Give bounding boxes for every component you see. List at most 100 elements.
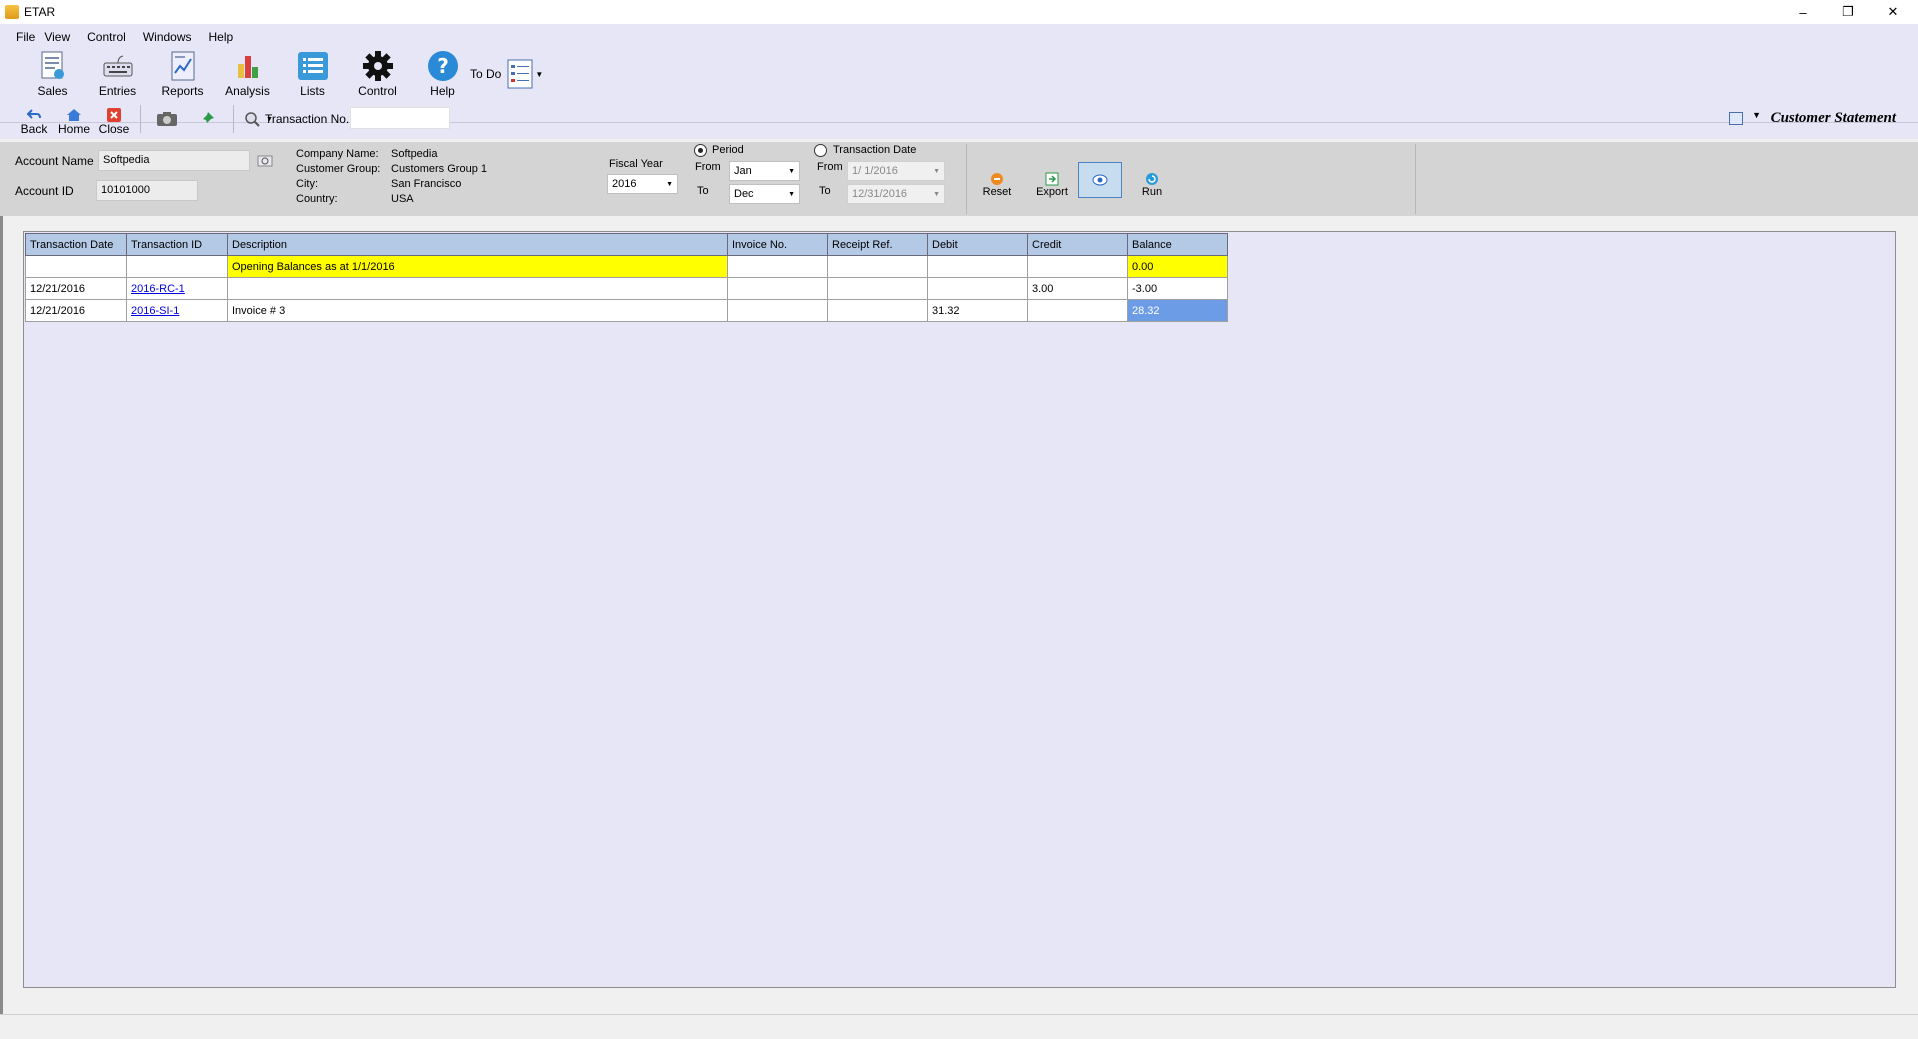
transaction-link[interactable]: 2016-SI-1 <box>131 305 179 317</box>
screenshot-button[interactable] <box>147 102 187 136</box>
search-icon <box>245 112 260 127</box>
todo-icon <box>507 59 533 89</box>
todo-button[interactable]: To Do ▼ <box>470 59 543 89</box>
close-window-button[interactable]: ✕ <box>1871 0 1915 24</box>
run-button[interactable]: Run <box>1130 162 1174 198</box>
close-button[interactable]: Close <box>94 102 134 136</box>
table-cell[interactable] <box>927 255 1028 278</box>
table-cell[interactable]: 0.00 <box>1127 255 1228 278</box>
help-button[interactable]: ? Help <box>410 48 475 98</box>
reports-button[interactable]: Reports <box>150 48 215 98</box>
column-header[interactable]: Receipt Ref. <box>827 233 928 256</box>
export-button[interactable]: Export <box>1030 162 1074 198</box>
toolbar-separator <box>140 105 141 133</box>
table-cell[interactable]: Opening Balances as at 1/1/2016 <box>227 255 728 278</box>
menu-help[interactable]: Help <box>209 28 251 46</box>
period-radio[interactable] <box>694 144 707 157</box>
column-header[interactable]: Invoice No. <box>727 233 828 256</box>
gear-icon <box>362 50 394 82</box>
table-row[interactable]: 12/21/2016 2016-RC-1 3.00 -3.00 <box>25 277 1228 300</box>
menu-file[interactable]: File <box>0 28 44 46</box>
column-header[interactable]: Description <box>227 233 728 256</box>
customer-group-value: Customers Group 1 <box>391 163 487 175</box>
transaction-date-radio[interactable] <box>814 144 827 157</box>
svg-text:?: ? <box>437 54 449 78</box>
analysis-button[interactable]: Analysis <box>215 48 280 98</box>
sales-icon <box>37 50 69 82</box>
lists-button[interactable]: Lists <box>280 48 345 98</box>
table-row[interactable]: Opening Balances as at 1/1/2016 0.00 <box>25 255 1228 278</box>
home-button[interactable]: Home <box>54 102 94 136</box>
control-button[interactable]: Control <box>345 48 410 98</box>
column-header[interactable]: Balance <box>1127 233 1228 256</box>
table-cell[interactable] <box>227 277 728 300</box>
date-to-label: To <box>819 185 831 197</box>
pin-button[interactable] <box>187 102 227 136</box>
table-cell[interactable] <box>727 299 828 322</box>
menu-view[interactable]: View <box>44 28 87 46</box>
column-header[interactable]: Transaction Date <box>25 233 127 256</box>
fiscal-year-select[interactable]: 2016 ▼ <box>607 174 678 194</box>
table-cell[interactable] <box>727 255 828 278</box>
table-cell[interactable] <box>727 277 828 300</box>
account-search-icon[interactable] <box>257 153 273 169</box>
main-toolbar: Sales Entries Reports Analysis Lists Con… <box>20 48 475 98</box>
calendar-dropdown-icon: ▼ <box>933 168 940 175</box>
table-cell[interactable]: 2016-RC-1 <box>126 277 228 300</box>
period-to-select[interactable]: Dec ▼ <box>729 184 800 204</box>
date-to-picker[interactable]: 12/31/2016 ▼ <box>847 184 945 204</box>
minimize-button[interactable]: – <box>1781 0 1825 24</box>
company-name-label: Company Name: <box>296 148 379 160</box>
table-cell[interactable]: 12/21/2016 <box>25 299 127 322</box>
transaction-date-label: Transaction Date <box>833 144 917 156</box>
table-cell[interactable]: Invoice # 3 <box>227 299 728 322</box>
transaction-no-input[interactable] <box>350 107 450 129</box>
menu-windows[interactable]: Windows <box>143 28 209 46</box>
table-cell[interactable] <box>827 277 928 300</box>
table-cell[interactable]: 3.00 <box>1027 277 1128 300</box>
view-mode-dropdown-icon[interactable]: ▼ <box>1752 110 1761 120</box>
column-header[interactable]: Credit <box>1027 233 1128 256</box>
table-cell[interactable] <box>827 255 928 278</box>
menu-bar: File View Control Windows Help <box>0 28 250 46</box>
fiscal-year-label: Fiscal Year <box>609 158 663 170</box>
country-value: USA <box>391 193 414 205</box>
statement-grid: Transaction Date Transaction ID Descript… <box>23 231 1896 988</box>
table-cell[interactable]: 12/21/2016 <box>25 277 127 300</box>
column-header[interactable]: Transaction ID <box>126 233 228 256</box>
chevron-down-icon: ▼ <box>788 168 795 175</box>
period-to-label: To <box>697 185 709 197</box>
menu-control[interactable]: Control <box>87 28 143 46</box>
table-cell[interactable] <box>25 255 127 278</box>
sales-button[interactable]: Sales <box>20 48 85 98</box>
restore-button[interactable]: ❐ <box>1826 0 1870 24</box>
back-icon <box>26 109 41 119</box>
chevron-down-icon: ▼ <box>788 191 795 198</box>
date-from-picker[interactable]: 1/ 1/2016 ▼ <box>847 161 945 181</box>
export-icon <box>1045 172 1059 186</box>
account-name-field[interactable]: Softpedia <box>98 150 250 171</box>
back-button[interactable]: Back <box>14 102 54 136</box>
table-cell[interactable]: 31.32 <box>927 299 1028 322</box>
column-header[interactable]: Debit <box>927 233 1028 256</box>
table-cell[interactable]: -3.00 <box>1127 277 1228 300</box>
preview-button[interactable] <box>1078 162 1122 198</box>
table-cell[interactable] <box>827 299 928 322</box>
table-cell[interactable] <box>1027 255 1128 278</box>
table-cell[interactable] <box>1027 299 1128 322</box>
reset-button[interactable]: Reset <box>975 162 1019 198</box>
view-mode-icon[interactable] <box>1729 112 1743 125</box>
table-cell[interactable] <box>927 277 1028 300</box>
account-id-field[interactable]: 10101000 <box>96 180 198 201</box>
transaction-link[interactable]: 2016-RC-1 <box>131 283 185 295</box>
toolbar-separator <box>233 105 234 133</box>
period-from-select[interactable]: Jan ▼ <box>729 161 800 181</box>
table-row[interactable]: 12/21/2016 2016-SI-1 Invoice # 3 31.32 2… <box>25 299 1228 322</box>
entries-button[interactable]: Entries <box>85 48 150 98</box>
table-cell[interactable]: 2016-SI-1 <box>126 299 228 322</box>
todo-dropdown-icon[interactable]: ▼ <box>535 70 543 79</box>
account-id-label: Account ID <box>15 184 74 198</box>
panel-divider <box>966 144 967 214</box>
table-cell[interactable]: 28.32 <box>1127 299 1228 322</box>
table-cell[interactable] <box>126 255 228 278</box>
